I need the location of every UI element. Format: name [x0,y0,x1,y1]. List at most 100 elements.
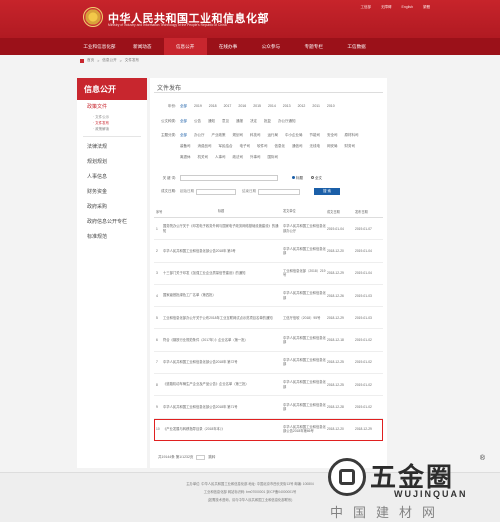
filter-option[interactable]: 2017 [224,104,232,109]
top-link-miit[interactable]: 工信部 [361,5,372,10]
sidebar-item-laws[interactable]: 法律法规 [77,140,147,155]
filter-option[interactable]: 装备司 [180,144,191,149]
row-title-link[interactable]: 《道路机动车辆生产企业及产品公告》企业名单（第三批） [163,382,283,387]
table-row[interactable]: 4 国家级首批绿色工厂名单（第四批） 中华人民共和国工业和信息化部 2018-12-2… [154,285,383,308]
sidebar-item-gov-info[interactable]: 政府信息公开专栏 [77,215,147,230]
sidebar-item-finance[interactable]: 财务资金 [77,185,147,200]
filter-option[interactable]: 产业政策 [212,133,226,138]
filter-option[interactable]: 2015 [253,104,261,109]
nav-item-info-public[interactable]: 信息公开 [163,38,207,55]
filter-option[interactable]: 2013 [283,104,291,109]
filter-option[interactable]: 离退休 [180,155,191,160]
filter-option[interactable]: 办公厅通知 [278,119,296,124]
row-title-link[interactable]: 工业和信息化部办公厅关于公布2018年工业互联网试点示范项目名单的通知 [163,316,283,321]
table-row[interactable]: 1 国务院办公厅关于《印发电子政务外网与国家电子政务网络基础设施建设》的通知 中华人… [154,218,383,241]
filter-option[interactable]: 批复 [264,119,271,124]
row-title-link[interactable]: 中华人民共和国工业和信息化部公告2018年 第3号 [163,249,283,254]
filter-option[interactable]: 2019 [194,104,202,109]
row-title-link[interactable]: 中华人民共和国工业和信息化部公告2018年 第71号 [163,405,283,410]
breadcrumb-info-public[interactable]: 信息公开 [102,58,116,63]
filter-option[interactable]: 节能司 [310,133,321,138]
row-index: 1 [156,226,158,231]
filter-option[interactable]: 全部 [180,119,187,124]
filter-theme-row2: 装备司 消费品司 军民结合 电子司 软件司 信息化 通信司 无线电 网安局 财务… [154,144,362,149]
table-row[interactable]: 10 《产业发展与转移指导目录（2018年本）》 中华人民共和国工业和信息化部公告2… [154,418,383,441]
nav-item-online-services[interactable]: 在线办事 [207,38,250,55]
filter-option[interactable]: 全部 [180,133,187,138]
table-row[interactable]: 8 《道路机动车辆生产企业及产品公告》企业名单（第三批） 中华人民共和国工业和信息化… [154,374,383,397]
sidebar-item-standards[interactable]: 标准规范 [77,230,147,245]
filter-option[interactable]: 2016 [238,104,246,109]
nav-item-home[interactable]: 工业和信息化部 [78,38,121,55]
sidebar-item-personnel[interactable]: 人事信息 [77,170,147,185]
filter-option[interactable]: 电子司 [240,144,251,149]
filter-option[interactable]: 运行局 [268,133,279,138]
filter-option[interactable]: 机关司 [198,155,209,160]
scope-all-option[interactable]: 全文 [311,176,322,181]
nav-item-data[interactable]: 工信数据 [335,38,378,55]
filter-option[interactable]: 人事司 [215,155,226,160]
watermark-sub: 中国建材网 [330,505,446,520]
top-link-english[interactable]: English [402,5,413,10]
filter-option[interactable]: 2014 [268,104,276,109]
row-title-link[interactable]: 《产业发展与转移指导目录（2018年本）》 [163,427,283,432]
filter-option[interactable]: 财务司 [345,144,356,149]
breadcrumb-current: 文件发布 [124,58,140,62]
date-to-input[interactable] [258,188,300,195]
row-title-link[interactable]: 中华人民共和国工业和信息化部公告2018年 第72号 [163,360,283,365]
scope-title-option[interactable]: 标题 [292,176,303,181]
filter-option[interactable]: 公告 [194,119,201,124]
filter-option[interactable]: 2011 [312,104,320,109]
top-link-traditional[interactable]: 繁體 [423,5,430,10]
filter-option[interactable]: 网安局 [327,144,338,149]
filter-option[interactable]: 软件司 [257,144,268,149]
nav-item-topics[interactable]: 专题专栏 [292,38,335,55]
filter-option[interactable]: 军民结合 [219,144,233,149]
filter-option[interactable]: 通知 [208,119,215,124]
row-issuer: 中华人民共和国工业和信息化部 [283,380,326,389]
sidebar-item-policy-files[interactable]: 政策文件 [77,100,147,115]
filter-option[interactable]: 安全司 [327,133,338,138]
table-row[interactable]: 2 中华人民共和国工业和信息化部公告2018年 第3号 中华人民共和国工业和信息化部… [154,240,383,263]
filter-option[interactable]: 中小企业局 [285,133,303,138]
sidebar-sub-interpretation[interactable]: · 政策解读 [77,127,147,133]
filter-option[interactable]: 意见 [222,119,229,124]
filter-option[interactable]: 全部 [180,104,187,109]
row-title-link[interactable]: 国家级首批绿色工厂名单（第四批） [163,293,283,298]
filter-option[interactable]: 2012 [298,104,306,109]
nav-item-news[interactable]: 新闻动态 [121,38,164,55]
filter-option[interactable]: 原材料司 [345,133,359,138]
filter-option[interactable]: 通信司 [292,144,303,149]
table-row[interactable]: 3 十三部门关于印发《加强工业企业质量信誉建设》的通知 工业和信息化部〔2018〕2… [154,263,383,285]
keyword-input[interactable] [180,175,278,181]
filter-option[interactable]: 政法司 [233,155,244,160]
filter-option[interactable]: 2018 [209,104,217,109]
search-button[interactable]: 搜 索 [314,188,340,195]
filter-option[interactable]: 科技司 [250,133,261,138]
row-title-link[interactable]: 符合《钢铁行业规范条件（2017年）》企业名单（第一批） [163,338,283,343]
filter-option[interactable]: 无线电 [310,144,321,149]
filter-option[interactable]: 外事司 [250,155,261,160]
table-row[interactable]: 9 中华人民共和国工业和信息化部公告2018年 第71号 中华人民共和国工业和信息化… [154,396,383,419]
table-row[interactable]: 5 工业和信息化部办公厅关于公布2018年工业互联网试点示范项目名单的通知 工信厅信… [154,307,383,330]
row-title-link[interactable]: 国务院办公厅关于《印发电子政务外网与国家电子政务网络基础设施建设》的通知 [163,224,283,233]
filter-option[interactable]: 办公厅 [194,133,205,138]
top-link-accessibility[interactable]: 无障碍 [381,5,392,10]
breadcrumb-home[interactable]: 首页 [87,58,94,63]
pager-go[interactable]: 跳转 [208,455,215,460]
filter-option[interactable]: 2010 [327,104,335,109]
nav-item-participation[interactable]: 公众参与 [249,38,292,55]
table-row[interactable]: 6 符合《钢铁行业规范条件（2017年）》企业名单（第一批） 中华人民共和国工业和信… [154,329,383,352]
filter-option[interactable]: 信息化 [275,144,286,149]
date-from-input[interactable] [196,188,236,195]
filter-option[interactable]: 国际司 [268,155,279,160]
filter-option[interactable]: 通报 [236,119,243,124]
filter-option[interactable]: 规划司 [233,133,244,138]
page-input[interactable] [196,455,206,460]
row-title-link[interactable]: 十三部门关于印发《加强工业企业质量信誉建设》的通知 [163,271,283,276]
filter-option[interactable]: 消费品司 [198,144,212,149]
sidebar-item-procurement[interactable]: 政府采购 [77,200,147,215]
filter-option[interactable]: 决定 [250,119,257,124]
sidebar-item-plans[interactable]: 规划规划 [77,155,147,170]
table-row[interactable]: 7 中华人民共和国工业和信息化部公告2018年 第72号 中华人民共和国工业和信息化… [154,352,383,375]
